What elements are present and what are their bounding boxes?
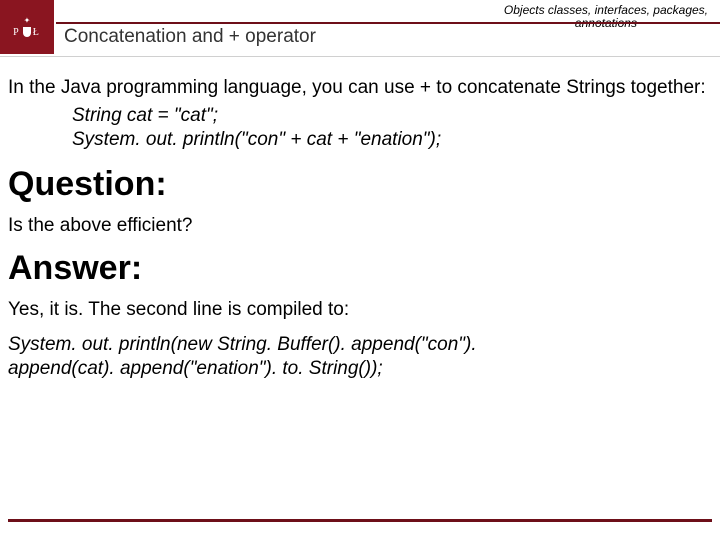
slide-category: Objects classes, interfaces, packages, a… (504, 4, 708, 30)
logo-ornament-icon: ✦ (24, 17, 31, 25)
compiled-line-1: System. out. println(new String. Buffer(… (8, 333, 712, 358)
slide-title: Concatenation and + operator (64, 26, 316, 48)
question-heading: Question: (8, 165, 712, 204)
question-text: Is the above efficient? (8, 214, 712, 239)
answer-heading: Answer: (8, 249, 712, 288)
slide-body: In the Java programming language, you ca… (0, 58, 720, 382)
shield-icon (23, 27, 31, 37)
header-rule (56, 22, 720, 24)
slide: ✦ P Ł Objects classes, interfaces, packa… (0, 0, 720, 540)
answer-text: Yes, it is. The second line is compiled … (8, 298, 712, 323)
logo-letters: P Ł (13, 27, 41, 38)
footer-rule (8, 519, 712, 522)
code-line-1: String cat = "cat"; (72, 104, 712, 129)
logo-letter-right: Ł (33, 27, 41, 38)
compiled-code: System. out. println(new String. Buffer(… (8, 333, 712, 382)
slide-header: ✦ P Ł Objects classes, interfaces, packa… (0, 0, 720, 58)
compiled-line-2: append(cat). append("enation"). to. Stri… (8, 357, 712, 382)
code-block: String cat = "cat"; System. out. println… (8, 104, 712, 153)
header-bottom-line (0, 56, 720, 57)
university-logo: ✦ P Ł (0, 0, 54, 54)
logo-letter-left: P (13, 27, 21, 38)
code-line-2: System. out. println("con" + cat + "enat… (72, 128, 712, 153)
intro-text: In the Java programming language, you ca… (8, 76, 712, 100)
